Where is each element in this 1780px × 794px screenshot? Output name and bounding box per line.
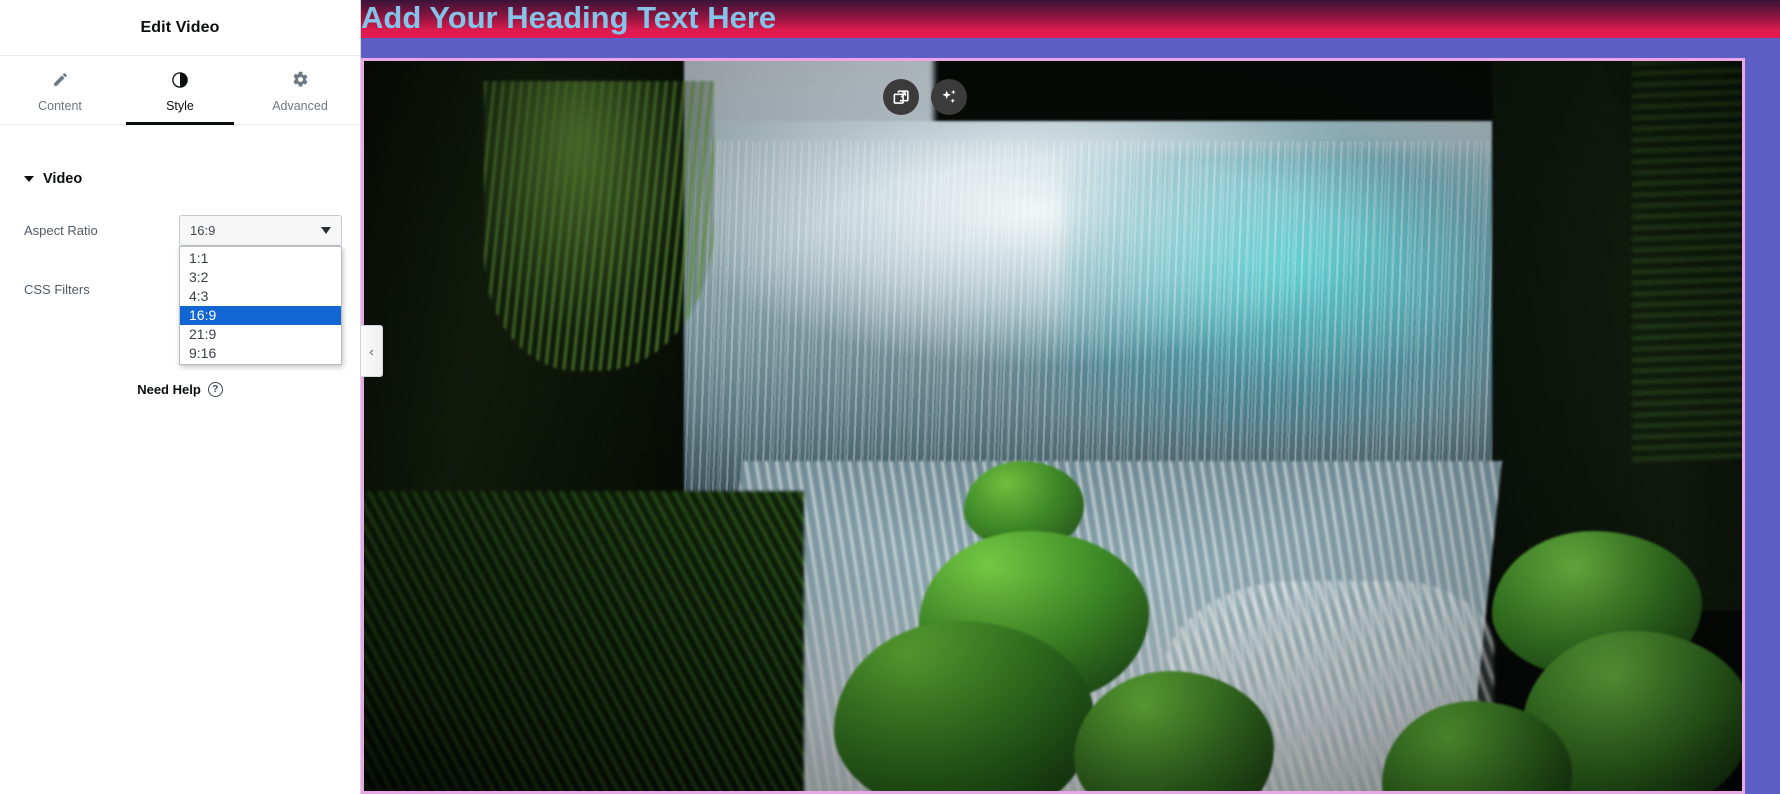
panel-header: Edit Video (0, 0, 360, 56)
panel-collapse-handle[interactable]: ‹ (361, 325, 383, 377)
panel-tabs: Content Style Advanced (0, 56, 360, 125)
tab-content[interactable]: Content (0, 56, 120, 124)
sparkles-icon (939, 87, 959, 107)
aspect-ratio-label: Aspect Ratio (24, 222, 98, 238)
heading-widget[interactable]: Add Your Heading Text Here (361, 0, 1780, 38)
control-aspect-ratio: Aspect Ratio 16:9 1:1 3:2 4:3 16:9 21:9 … (0, 208, 360, 365)
aspect-ratio-select-wrap: 16:9 1:1 3:2 4:3 16:9 21:9 9:16 (179, 214, 342, 365)
dropdown-option[interactable]: 3:2 (180, 268, 341, 287)
video-widget[interactable] (361, 58, 1745, 794)
css-filters-label: CSS Filters (24, 281, 90, 297)
pencil-icon (52, 71, 69, 90)
chevron-down-icon (321, 226, 331, 234)
chevron-down-icon (24, 176, 34, 182)
tab-style-label: Style (166, 99, 194, 113)
chevron-left-icon: ‹ (369, 343, 374, 359)
preview-canvas: Add Your Heading Text Here (361, 0, 1780, 794)
section-video-title: Video (43, 171, 83, 187)
tab-advanced-label: Advanced (272, 99, 328, 113)
tab-advanced[interactable]: Advanced (240, 56, 360, 124)
question-mark-icon: ? (207, 382, 223, 397)
edit-panel: Edit Video Content Style Advanced Video … (0, 0, 383, 794)
dropdown-option[interactable]: 9:16 (180, 344, 341, 363)
widget-toolbar (883, 79, 967, 115)
ai-button[interactable] (931, 79, 967, 115)
aspect-ratio-dropdown: 1:1 3:2 4:3 16:9 21:9 9:16 (179, 245, 342, 365)
gear-icon (292, 71, 309, 90)
heading-text: Add Your Heading Text Here (361, 0, 777, 35)
editor-app: Edit Video Content Style Advanced Video … (0, 0, 1780, 794)
tab-style[interactable]: Style (120, 56, 240, 124)
contrast-icon (171, 71, 189, 90)
need-help-label: Need Help (137, 382, 201, 397)
need-help[interactable]: Need Help ? (0, 382, 360, 397)
duplicate-icon (892, 88, 911, 107)
dropdown-option[interactable]: 1:1 (180, 249, 341, 268)
dropdown-option[interactable]: 21:9 (180, 325, 341, 344)
tab-content-label: Content (38, 99, 82, 113)
section-video-header[interactable]: Video (0, 157, 360, 201)
video-thumbnail (364, 61, 1742, 791)
dropdown-option-selected[interactable]: 16:9 (180, 305, 341, 325)
aspect-ratio-value: 16:9 (190, 222, 216, 238)
dropdown-option[interactable]: 4:3 (180, 287, 341, 306)
page-title: Edit Video (140, 18, 220, 36)
aspect-ratio-select[interactable]: 16:9 (179, 214, 342, 246)
duplicate-button[interactable] (883, 79, 919, 115)
